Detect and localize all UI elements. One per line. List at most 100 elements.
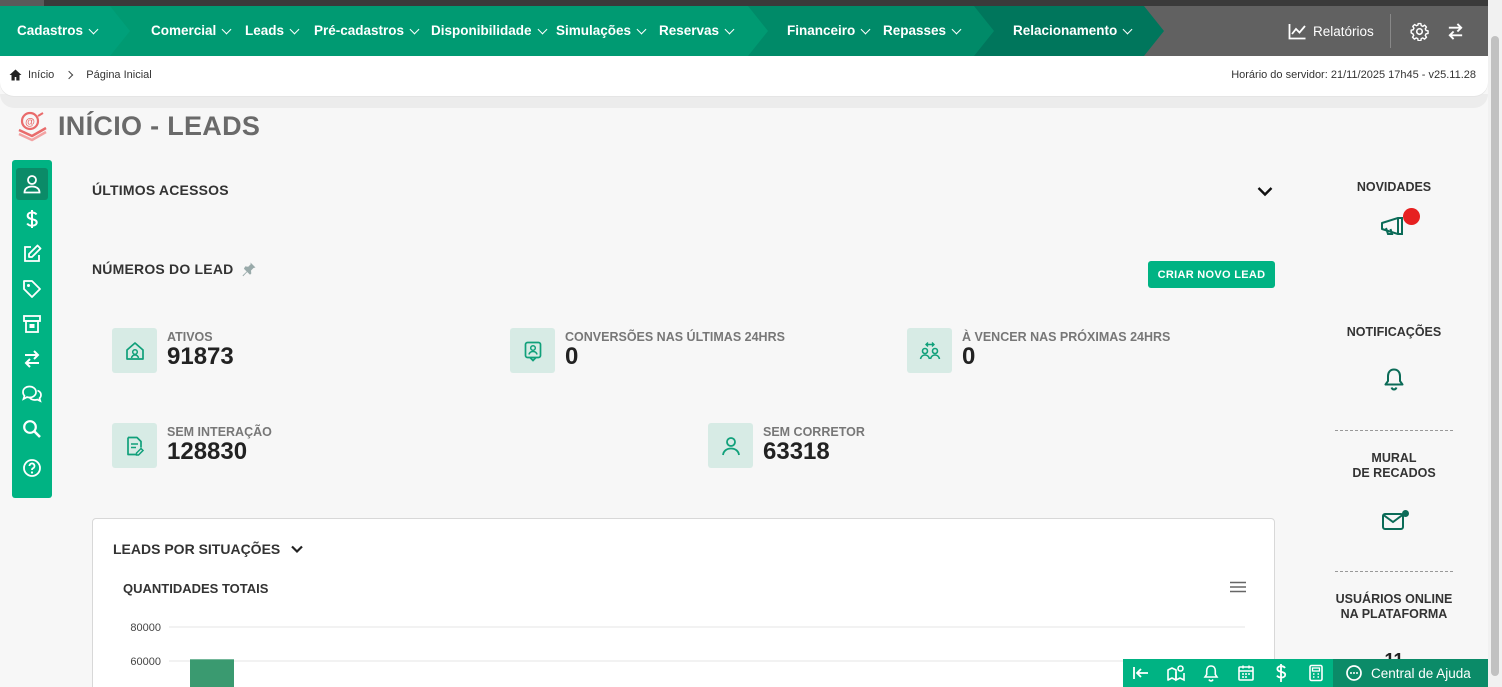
chat-bubble-icon — [1345, 664, 1363, 682]
search-icon — [22, 419, 42, 439]
chevron-down-icon — [1122, 24, 1133, 34]
nav-divider — [1390, 14, 1391, 48]
chevron-down-icon — [290, 542, 304, 556]
breadcrumb-home[interactable]: Início — [28, 69, 54, 81]
recent-access-toggle[interactable] — [1256, 182, 1276, 202]
calculator-button[interactable] — [1298, 659, 1333, 687]
bell-icon — [1383, 367, 1405, 391]
board-title-line1: MURAL — [1371, 451, 1417, 465]
user-icon — [22, 174, 42, 194]
stat-value: 63318 — [763, 438, 830, 465]
leads-status-header[interactable]: LEADS POR SITUAÇÕES — [113, 541, 304, 557]
stat-label: SEM CORRETOR — [763, 425, 865, 439]
home-icon[interactable] — [9, 69, 22, 81]
chevron-down-icon — [409, 24, 420, 34]
nav-item-financeiro[interactable]: Financeiro — [787, 6, 871, 56]
help-center-button[interactable]: Central de Ajuda — [1333, 659, 1488, 687]
alerts-button[interactable] — [1193, 659, 1228, 687]
stat-no-interaction[interactable]: SEM INTERAÇÃO 128830 — [112, 423, 272, 468]
switch-button[interactable] — [1446, 6, 1465, 56]
help-center-label: Central de Ajuda — [1371, 665, 1471, 681]
users-transfer-icon — [907, 328, 952, 373]
chevron-down-icon — [537, 24, 547, 34]
news-title: NOVIDADES — [1356, 180, 1432, 194]
nav-item-repasses[interactable]: Repasses — [883, 6, 962, 56]
calendar-button[interactable] — [1228, 659, 1263, 687]
right-panel: NOVIDADES NOTIFICAÇÕES MURAL DE RECADOS … — [1335, 160, 1453, 687]
breadcrumb-current: Página Inicial — [86, 69, 152, 81]
chevron-down-icon — [636, 24, 647, 34]
page-scrollbar[interactable] — [1488, 0, 1502, 687]
right-divider — [1335, 571, 1453, 572]
chart-bar[interactable] — [190, 659, 234, 687]
nav-item-comercial[interactable]: Comercial — [151, 6, 232, 56]
chevron-right-icon — [65, 70, 74, 80]
notifications-button[interactable] — [1383, 367, 1405, 391]
nav-item-reservas[interactable]: Reservas — [659, 6, 735, 56]
dollar-icon — [1273, 663, 1289, 683]
scrollbar-thumb[interactable] — [1491, 36, 1499, 676]
nav-item-label: Relacionamento — [1013, 23, 1118, 38]
arrows-swap-icon — [22, 349, 42, 369]
nav-item-leads[interactable]: Leads — [245, 6, 300, 56]
sidebar-item-tags[interactable] — [16, 273, 48, 305]
notifications-title: NOTIFICAÇÕES — [1346, 325, 1442, 339]
user-check-icon — [510, 328, 555, 373]
map-button[interactable] — [1158, 659, 1193, 687]
chevron-down-icon — [951, 24, 962, 34]
sidebar-item-transfer[interactable] — [16, 343, 48, 375]
home-icon — [112, 328, 157, 373]
sidebar-item-chat[interactable] — [16, 378, 48, 410]
leads-status-card: LEADS POR SITUAÇÕES QUANTIDADES TOTAIS 8… — [92, 518, 1275, 687]
create-lead-button[interactable]: CRIAR NOVO LEAD — [1148, 261, 1275, 288]
left-sidebar — [12, 160, 52, 498]
nav-item-label: Financeiro — [787, 23, 856, 38]
recent-access-title: ÚLTIMOS ACESSOS — [92, 182, 229, 198]
collapse-button[interactable] — [1123, 659, 1158, 687]
breadcrumb-shadow — [0, 94, 1488, 108]
nav-item-label: Comercial — [151, 23, 217, 38]
board-badge — [1402, 510, 1409, 517]
nav-item-relacionamento[interactable]: Relacionamento — [1013, 6, 1133, 56]
y-tick-label: 60000 — [130, 656, 161, 668]
reports-link[interactable]: Relatórios — [1288, 6, 1374, 56]
online-users-title-line2: NA PLATAFORMA — [1340, 607, 1448, 621]
board-button[interactable] — [1381, 510, 1409, 532]
nav-item-cadastros[interactable]: Cadastros — [17, 6, 99, 56]
server-time: Horário do servidor: 21/11/2025 17h45 - … — [1231, 69, 1476, 81]
nav-item-pre-cadastros[interactable]: Pré-cadastros — [314, 6, 420, 56]
nav-item-disponibilidade[interactable]: Disponibilidade — [431, 6, 547, 56]
chevron-down-icon — [88, 24, 99, 34]
sidebar-item-edit[interactable] — [16, 238, 48, 270]
finance-button[interactable] — [1263, 659, 1298, 687]
leads-chart: 80000 60000 — [130, 622, 1245, 687]
chevron-down-icon — [289, 24, 300, 34]
chat-icon — [21, 384, 43, 404]
sidebar-item-cashier[interactable] — [16, 308, 48, 340]
nav-item-label: Repasses — [883, 23, 947, 38]
sidebar-item-finance[interactable] — [16, 203, 48, 235]
app-root: Cadastros Comercial Leads Pré-cadastros … — [0, 0, 1502, 687]
chevron-down-icon — [221, 24, 232, 34]
stat-conversions[interactable]: CONVERSÕES NAS ÚLTIMAS 24HRS 0 — [510, 328, 785, 373]
leads-status-title: LEADS POR SITUAÇÕES — [113, 541, 281, 557]
page-header: @ INÍCIO - LEADS — [16, 108, 260, 144]
sidebar-item-help[interactable] — [16, 452, 48, 484]
sidebar-item-search[interactable] — [16, 413, 48, 445]
chart-menu-button[interactable] — [1230, 581, 1246, 593]
sidebar-item-user[interactable] — [16, 168, 48, 200]
stat-no-broker[interactable]: SEM CORRETOR 63318 — [708, 423, 865, 468]
user-icon — [708, 423, 753, 468]
gear-icon — [1410, 22, 1429, 41]
board-title-line2: DE RECADOS — [1352, 466, 1436, 480]
news-button[interactable] — [1379, 208, 1420, 250]
svg-text:@: @ — [25, 117, 35, 128]
stat-value: 91873 — [167, 343, 234, 370]
settings-button[interactable] — [1410, 6, 1429, 56]
stat-expiring[interactable]: À VENCER NAS PRÓXIMAS 24HRS 0 — [907, 328, 1170, 373]
pin-icon[interactable] — [241, 261, 257, 277]
stat-active[interactable]: ATIVOS 91873 — [112, 328, 234, 373]
nav-item-simulacoes[interactable]: Simulações — [556, 6, 647, 56]
nav-item-label: Disponibilidade — [431, 23, 532, 38]
nav-item-label: Leads — [245, 23, 285, 38]
